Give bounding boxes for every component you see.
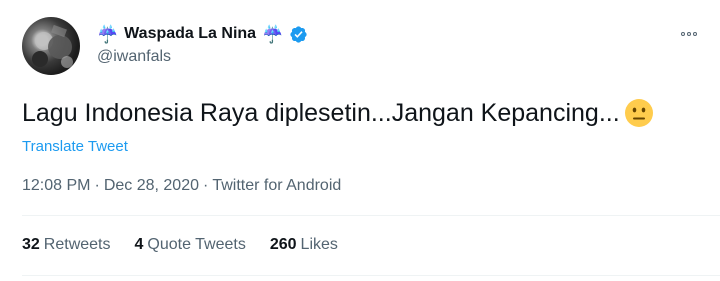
umbrella-rain-icon: ☔ xyxy=(262,24,284,44)
divider xyxy=(22,275,720,276)
meta-separator: · xyxy=(94,177,100,194)
retweets-label: Retweets xyxy=(43,236,111,253)
tweet-time[interactable]: 12:08 PM xyxy=(22,177,90,194)
likes-stat[interactable]: 260 Likes xyxy=(270,236,338,254)
tweet-text: Lagu Indonesia Raya diplesetin...Jangan … xyxy=(22,98,620,127)
retweets-stat[interactable]: 32 Retweets xyxy=(22,236,111,254)
meta-separator: · xyxy=(203,177,209,194)
translate-tweet-link[interactable]: Translate Tweet xyxy=(22,138,128,155)
tweet-source[interactable]: Twitter for Android xyxy=(212,177,341,194)
umbrella-rain-icon: ☔ xyxy=(97,24,119,44)
quote-tweets-label: Quote Tweets xyxy=(147,236,246,253)
quote-tweets-stat[interactable]: 4 Quote Tweets xyxy=(135,236,246,254)
author-handle[interactable]: @iwanfals xyxy=(97,48,171,66)
tweet-card: ☔ Waspada La Nina ☔ @iwanfals Lagu Indon… xyxy=(0,0,720,281)
verified-badge-icon xyxy=(290,25,307,43)
quote-tweets-count: 4 xyxy=(134,236,144,253)
more-options-icon[interactable] xyxy=(676,26,702,42)
divider xyxy=(22,215,720,216)
author-display-name[interactable]: Waspada La Nina xyxy=(124,25,256,43)
author-name-row: ☔ Waspada La Nina ☔ xyxy=(97,22,308,46)
tweet-text-row: Lagu Indonesia Raya diplesetin...Jangan … xyxy=(22,98,654,128)
engagement-stats: 32 Retweets 4 Quote Tweets 260 Likes xyxy=(22,236,362,254)
retweets-count: 32 xyxy=(22,236,40,253)
tweet-metadata: 12:08 PM · Dec 28, 2020 · Twitter for Androi… xyxy=(22,177,341,195)
tweet-date[interactable]: Dec 28, 2020 xyxy=(104,177,199,194)
likes-count: 260 xyxy=(269,236,297,253)
likes-label: Likes xyxy=(300,236,338,253)
avatar[interactable] xyxy=(22,17,80,75)
avatar-photo-icon xyxy=(32,24,73,68)
neutral-face-emoji-icon xyxy=(624,99,653,127)
